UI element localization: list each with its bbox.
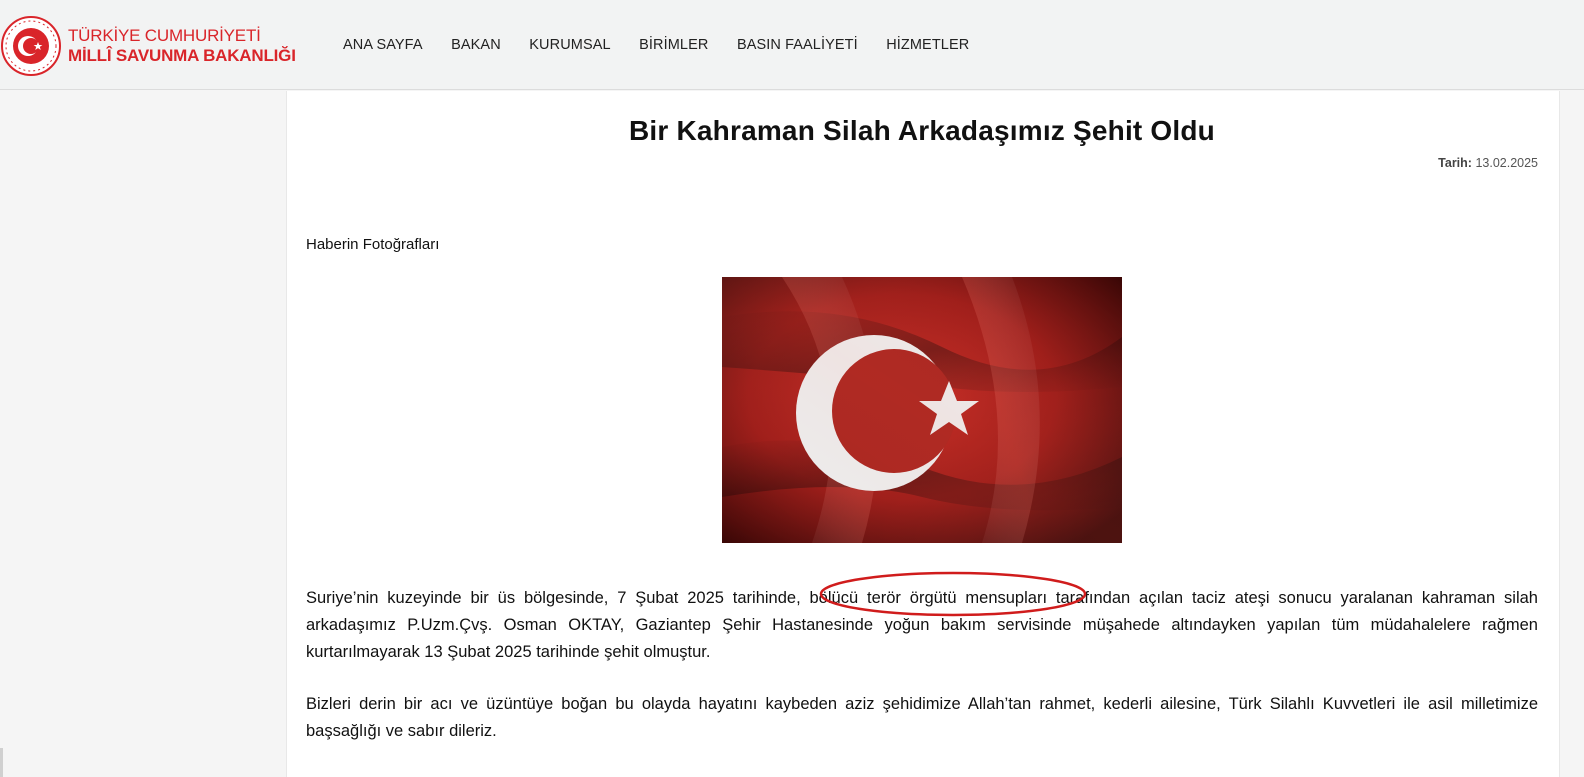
article-paragraph-1: Suriye’nin kuzeyinde bir üs bölgesinde, … — [306, 589, 1538, 661]
nav-ana-sayfa[interactable]: ANA SAYFA — [343, 37, 423, 53]
nav-kurumsal[interactable]: KURUMSAL — [529, 37, 610, 53]
right-gutter — [1560, 91, 1584, 777]
date-value: 13.02.2025 — [1475, 156, 1538, 170]
article-paragraph-2: Bizleri derin bir acı ve üzüntüye boğan … — [306, 695, 1538, 740]
date-label: Tarih: — [1438, 156, 1472, 170]
logo-line-1: TÜRKİYE CUMHURİYETİ — [68, 26, 261, 45]
main-nav: ANA SAYFA BAKAN KURUMSAL BİRİMLER BASIN … — [343, 37, 998, 53]
logo-line-2: MİLLÎ SAVUNMA BAKANLIĞI — [68, 46, 296, 65]
site-header: TÜRKİYE CUMHURİYETİ MİLLÎ SAVUNMA BAKANL… — [0, 0, 1584, 90]
article-date: Tarih: 13.02.2025 — [306, 156, 1538, 170]
ministry-emblem-icon[interactable] — [0, 10, 62, 82]
article-photo[interactable] — [722, 277, 1122, 543]
photos-heading: Haberin Fotoğrafları — [306, 236, 440, 253]
left-gutter — [0, 91, 286, 777]
nav-basin-faaliyeti[interactable]: BASIN FAALİYETİ — [737, 37, 858, 53]
nav-birimler[interactable]: BİRİMLER — [639, 37, 708, 53]
nav-bakan[interactable]: BAKAN — [451, 37, 501, 53]
nav-hizmetler[interactable]: HİZMETLER — [886, 37, 969, 53]
site-logo-text[interactable]: TÜRKİYE CUMHURİYETİ MİLLÎ SAVUNMA BAKANL… — [68, 26, 296, 66]
article-title: Bir Kahraman Silah Arkadaşımız Şehit Old… — [629, 115, 1215, 146]
turkish-flag-image — [722, 277, 1122, 543]
left-edge-marker — [0, 748, 3, 777]
